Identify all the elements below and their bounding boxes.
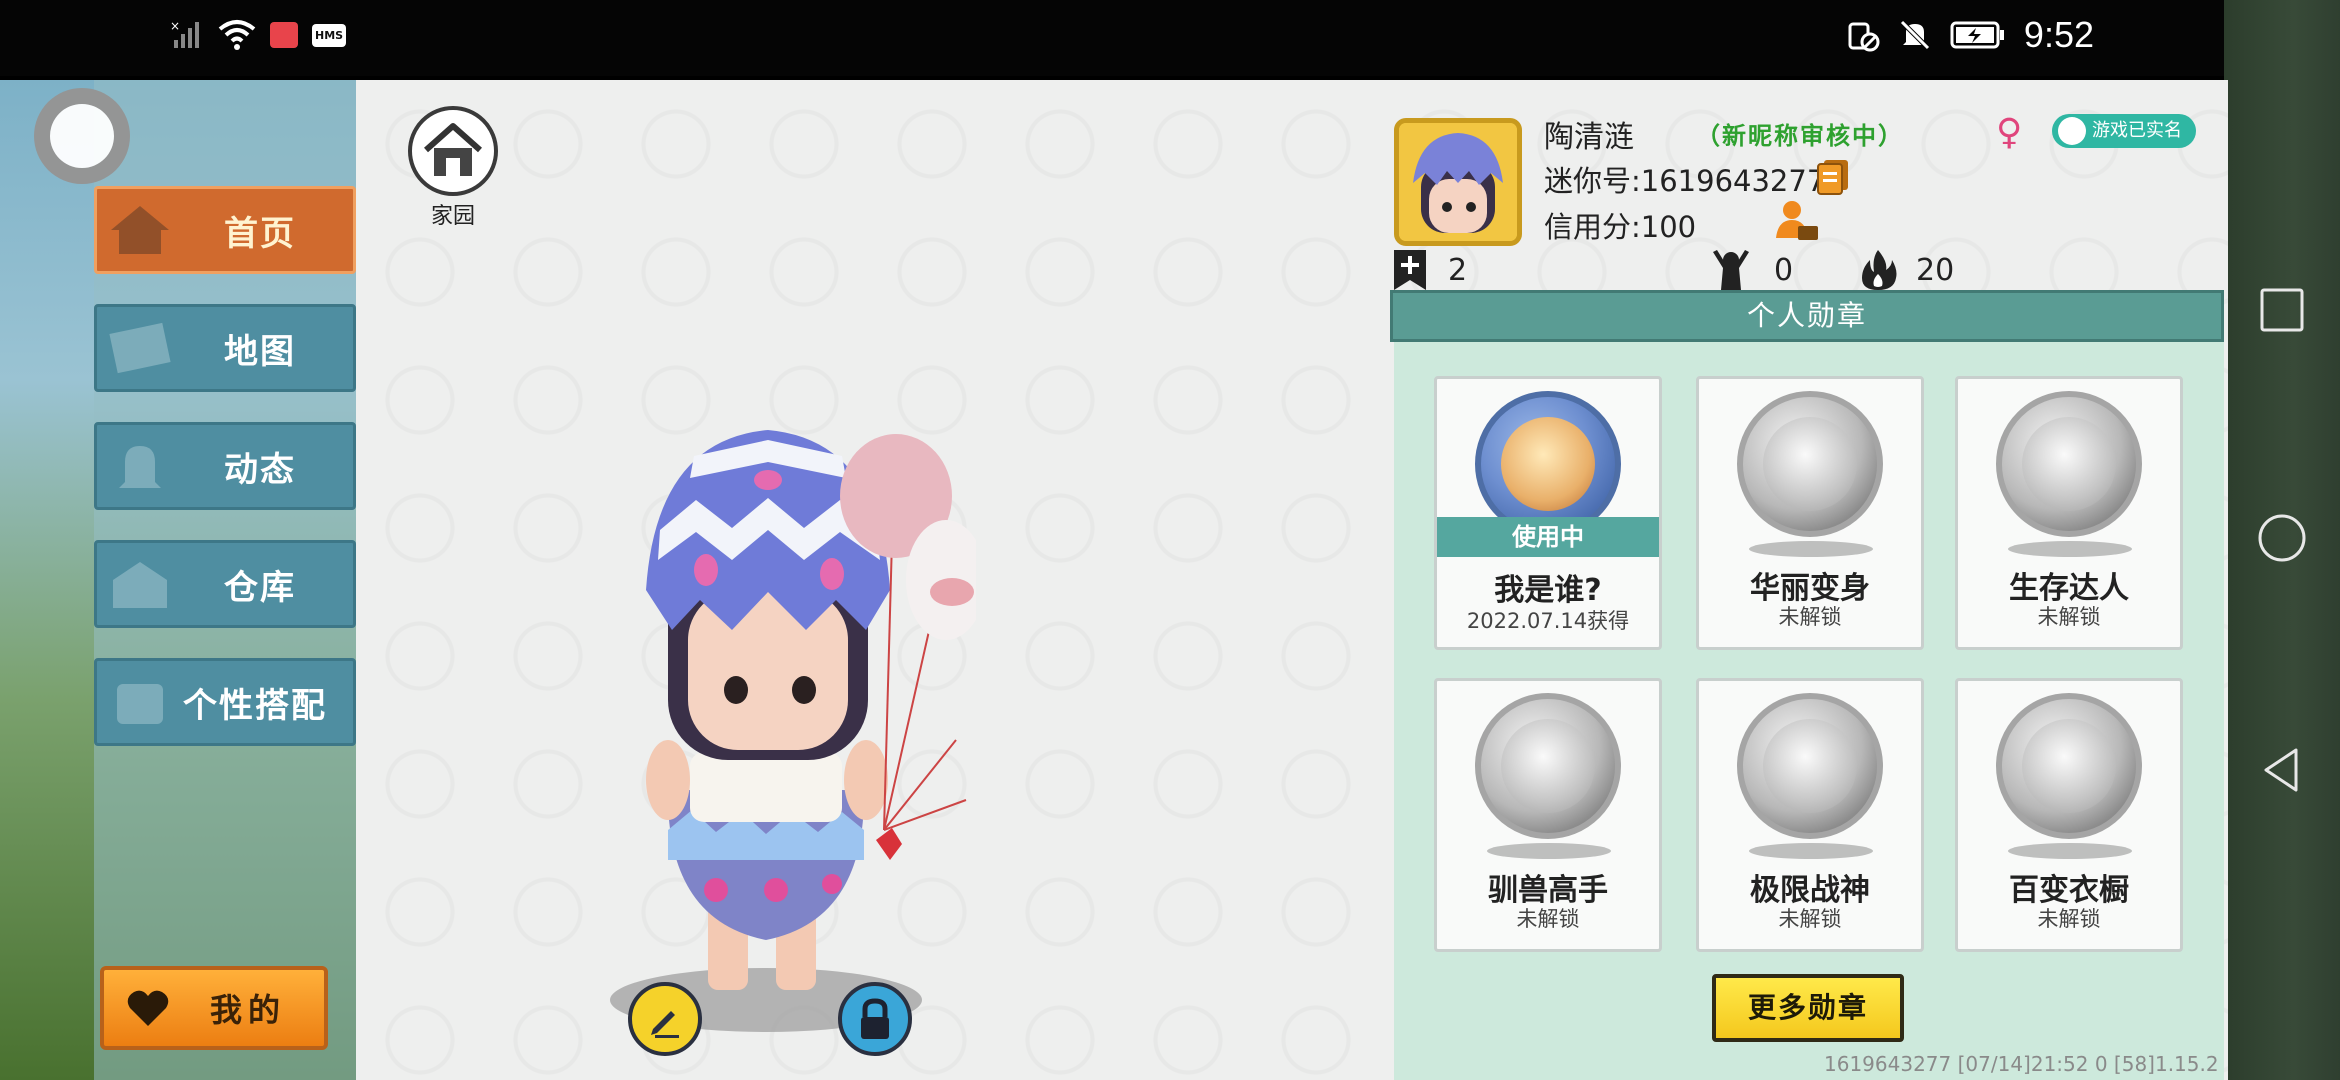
badge-status: 未解锁 [1778,907,1842,931]
cheer-icon [1713,250,1749,290]
badge-name: 我是谁? [1494,573,1602,608]
in-use-label: 使用中 [1437,517,1659,557]
home-icon [111,206,169,254]
badge-card-boss[interactable]: 极限战神 未解锁 [1696,678,1924,952]
badge-status: 未解锁 [2037,605,2101,629]
name-review-status: （新昵称审核中） [1696,122,1904,150]
badge-status: 未解锁 [2037,907,2101,931]
sidebar-item-label: 仓库 [224,567,296,608]
medal-shadow [1749,541,1873,557]
hms-icon: HMS [312,23,347,47]
sidebar-item-home[interactable]: 首页 [94,186,356,274]
sidebar-item-map[interactable]: 地图 [94,304,356,392]
credit-score: 信用分:100 [1544,210,1697,244]
boss-medal-icon [1737,693,1883,839]
badge-date: 2022.07.14获得 [1466,609,1630,633]
homeland-button[interactable] [408,106,498,196]
bell-icon [119,446,161,488]
heart-icon [127,990,169,1026]
home-nav-button[interactable] [2256,512,2308,564]
female-icon: ♀ [1996,112,2023,153]
verified-badge: 游戏已实名 [2052,114,2196,148]
player-character [610,430,976,1032]
wifi-icon [218,20,256,50]
letter-medal-icon [1475,391,1621,537]
homeland-label: 家园 [430,204,475,229]
medal-shadow [2008,541,2132,557]
house-icon [424,123,482,176]
vibrate-off-icon [1848,22,1880,52]
player-name: 陶清涟 [1544,120,1634,155]
recents-button[interactable] [2256,284,2308,336]
game-screen: 首页 地图 动态 仓库 个性搭配 我的 家园 陶清涟 （新昵称审核中） ♀ 游戏… [0,80,2228,1080]
main-stage: 家园 陶清涟 （新昵称审核中） ♀ 游戏已实名 迷你号:1619643277 信… [356,80,2228,1080]
clock: 9:52 [2023,14,2094,55]
bookmark-plus-icon [1394,250,1426,290]
sidebar: 首页 地图 动态 仓库 个性搭配 我的 [94,80,356,1080]
stat-follow: 2 [1390,248,1467,292]
avatar-image [1399,123,1517,241]
back-button[interactable] [2256,744,2308,796]
badge-status: 未解锁 [1778,605,1842,629]
sidebar-item-outfit[interactable]: 个性搭配 [94,658,356,746]
pencil-icon [651,1011,679,1038]
medal-shadow [2008,843,2132,859]
sidebar-item-label: 首页 [224,213,296,254]
sidebar-item-label: 动态 [224,449,296,490]
status-right-icons: 9:52 [1844,14,2094,56]
status-bar: × HMS 9:52 [0,0,2224,76]
badge-card-transform[interactable]: 华丽变身 未解锁 [1696,376,1924,650]
fire-icon [1862,250,1897,290]
mute-icon [1900,20,1930,50]
wardrobe-medal-icon [1996,693,2142,839]
badge-card-wardrobe[interactable]: 百变衣橱 未解锁 [1955,678,2183,952]
sidebar-item-label: 个性搭配 [183,685,327,726]
edit-button[interactable] [628,982,702,1056]
sidebar-item-warehouse[interactable]: 仓库 [94,540,356,628]
campfire-medal-icon [1996,391,2142,537]
badge-card-survival[interactable]: 生存达人 未解锁 [1955,376,2183,650]
signal-off-icon: × [170,19,199,48]
system-nav-bar [2224,0,2340,1080]
stat-popularity: 20 [1858,248,1954,292]
copy-icon[interactable] [1816,158,1850,196]
badge-status: 未解锁 [1516,907,1580,931]
my-button[interactable]: 我的 [100,966,328,1050]
lock-icon [861,998,889,1039]
floating-assistant-button[interactable] [34,88,130,184]
person-card-icon[interactable] [1774,198,1820,244]
lock-button[interactable] [838,982,912,1056]
map-icon [109,322,171,374]
badge-card-whoami[interactable]: 使用中 我是谁? 2022.07.14获得 [1434,376,1662,650]
app-notification-icon [270,22,298,48]
transform-medal-icon [1737,391,1883,537]
stat-cheer: 0 [1706,248,1793,292]
badges-header: 个人勋章 [1390,290,2224,342]
badge-card-tamer[interactable]: 驯兽高手 未解锁 [1434,678,1662,952]
medal-shadow [1749,843,1873,859]
status-left-icons: × HMS [170,18,347,52]
avatar[interactable] [1394,118,1522,246]
mini-id: 迷你号:1619643277 [1544,164,1826,198]
sidebar-item-label: 地图 [224,331,296,372]
horse-medal-icon [1475,693,1621,839]
warehouse-icon [113,562,167,608]
svg-text:×: × [170,19,180,33]
more-badges-button[interactable]: 更多勋章 [1712,974,1904,1042]
sidebar-item-activity[interactable]: 动态 [94,422,356,510]
medal-shadow [1487,843,1611,859]
battery-icon [1950,21,2004,49]
person-verified-icon [2058,117,2086,145]
build-info: 1619643277 [07/14]21:52 0 [58]1.15.2 [1824,1052,2219,1076]
